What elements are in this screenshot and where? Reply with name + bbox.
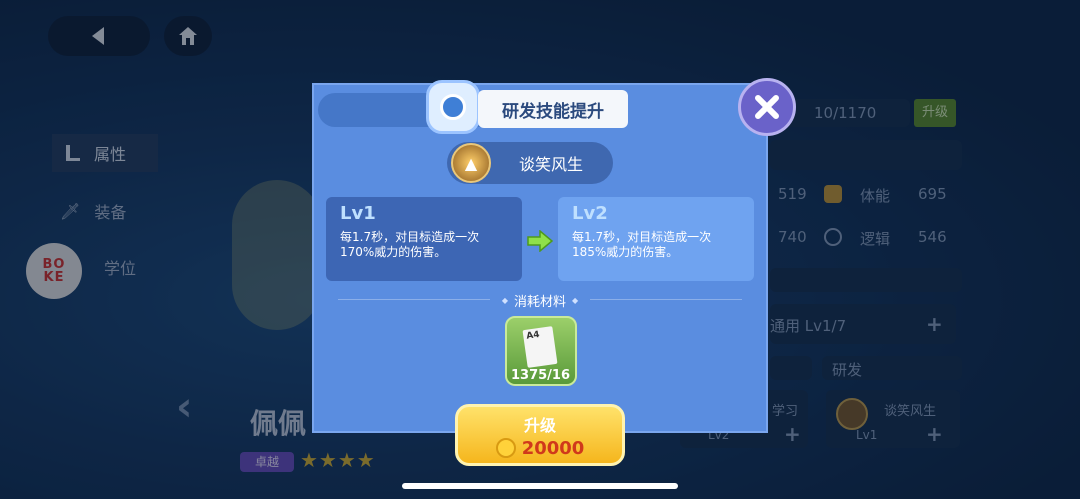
arrow-right-icon	[526, 229, 554, 256]
skill-name-pill: ▲ 谈笑风生	[447, 142, 613, 184]
material-name: A4	[525, 329, 541, 342]
current-level-label: Lv1	[340, 203, 376, 224]
coin-icon	[495, 438, 516, 458]
upgrade-label: 升级	[523, 415, 556, 435]
upgrade-cost: 20000	[521, 437, 585, 459]
current-level-desc: 每1.7秒，对目标造成一次170%威力的伤害。	[340, 230, 480, 259]
rocket-skill-icon: ▲	[451, 143, 491, 183]
upgrade-button[interactable]: 升级 20000	[455, 404, 625, 466]
diamond-icon: ◆	[501, 295, 508, 305]
mascot-eye	[440, 94, 466, 120]
cost-row: 20000	[495, 437, 585, 459]
diamond-icon: ◆	[572, 295, 579, 305]
material-item[interactable]: A4 1375/16	[505, 316, 577, 386]
next-level-desc: 每1.7秒，对目标造成一次185%威力的伤害。	[572, 230, 712, 259]
current-level-box: Lv1 每1.7秒，对目标造成一次170%威力的伤害。	[326, 197, 522, 281]
dialog-title: 研发技能提升	[478, 90, 628, 128]
materials-label: 消耗材料	[513, 294, 566, 310]
close-icon	[755, 95, 779, 119]
home-indicator[interactable]	[402, 483, 678, 489]
paper-icon: A4	[522, 326, 558, 368]
next-level-label: Lv2	[572, 203, 608, 224]
next-level-box: Lv2 每1.7秒，对目标造成一次185%威力的伤害。	[558, 197, 754, 281]
research-mascot-icon	[426, 80, 480, 134]
material-count: 1375/16	[511, 368, 571, 383]
skill-name: 谈笑风生	[519, 155, 584, 174]
materials-label-wrap: ◆ 消耗材料 ◆	[490, 290, 590, 310]
close-button[interactable]	[738, 78, 796, 136]
